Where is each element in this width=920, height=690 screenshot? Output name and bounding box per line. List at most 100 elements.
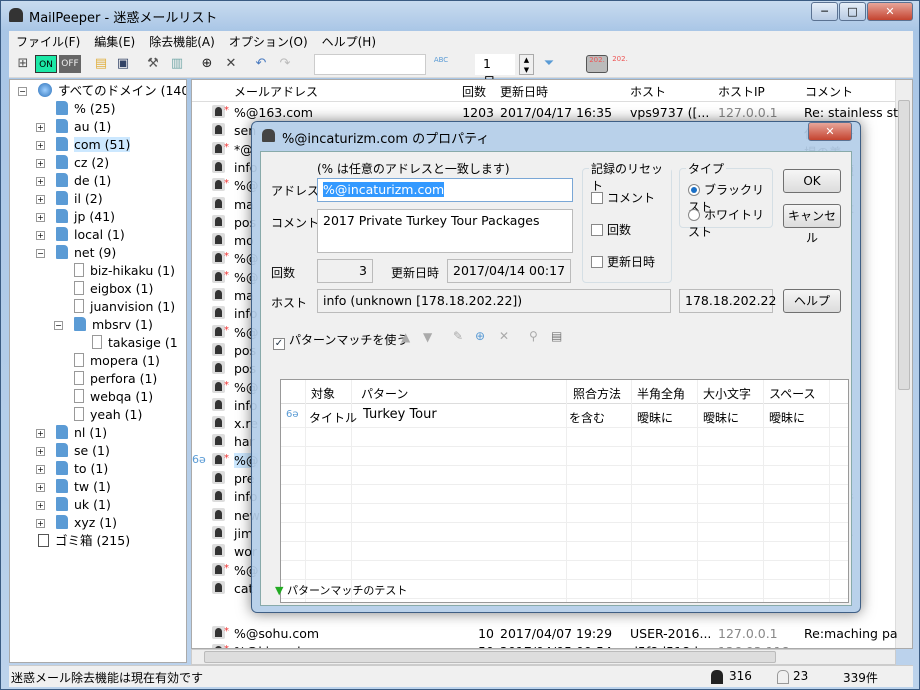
abc-filter-icon[interactable]: ABC (431, 55, 451, 73)
delete-icon[interactable]: ✕ (221, 55, 241, 73)
reset-date-checkbox[interactable]: 更新日時 (591, 253, 655, 270)
menu-help[interactable]: ヘルプ(H) (315, 31, 383, 51)
days-spinner[interactable]: 1 日 (475, 54, 515, 89)
expand-toggle[interactable]: + (36, 447, 45, 456)
tree-item[interactable]: au (1) (56, 118, 111, 136)
tree-item[interactable]: net (9) (56, 244, 116, 262)
menu-filter[interactable]: 除去機能(A) (142, 31, 222, 51)
off-button[interactable]: OFF (59, 55, 81, 73)
table-row[interactable]: * %@sohu.com 10 2017/04/07 19:29 USER-2016..… (192, 625, 898, 643)
pattern-row[interactable]: 6ə タイトル Turkey Tour を含む 曖昧に 曖昧に 曖昧に (281, 405, 848, 427)
tree-item[interactable]: takasige (1 (92, 334, 178, 352)
expand-toggle[interactable]: + (36, 483, 45, 492)
tree-item[interactable]: eigbox (1) (74, 280, 153, 298)
vertical-scrollbar[interactable] (895, 80, 912, 648)
expand-toggle[interactable]: + (36, 519, 45, 528)
tree-item[interactable]: juanvision (1) (74, 298, 175, 316)
col-comment[interactable]: コメント (805, 83, 853, 100)
import-icon[interactable]: ▤ (91, 55, 111, 73)
tree-item[interactable]: biz-hikaku (1) (74, 262, 175, 280)
move-up-icon[interactable]: ▲ (401, 330, 410, 344)
days-spinner-arrows[interactable]: ▲ ▼ (519, 54, 534, 75)
tree-item[interactable]: tw (1) (56, 478, 111, 496)
comment-textarea[interactable]: 2017 Private Turkey Tour Packages (317, 209, 573, 253)
search-input[interactable] (314, 54, 426, 75)
expand-toggle[interactable]: + (36, 141, 45, 150)
minimize-button[interactable]: ─ (811, 2, 838, 21)
expand-toggle[interactable]: + (36, 213, 45, 222)
tag-icon[interactable]: ⚲ (529, 329, 538, 343)
tree-item[interactable]: perfora (1) (74, 370, 157, 388)
pcol-match[interactable]: 照合方法 (573, 385, 621, 402)
tree-item[interactable]: local (1) (56, 226, 125, 244)
address-input[interactable]: %@incaturizm.com (317, 178, 573, 202)
tree-item[interactable]: % (25) (56, 100, 116, 118)
tree-item[interactable]: com (51) (56, 136, 131, 154)
col-host-ip[interactable]: ホストIP (718, 83, 765, 100)
horizontal-scrollbar[interactable] (191, 649, 896, 665)
help-button[interactable]: ヘルプ (783, 289, 841, 313)
tree-item[interactable]: jp (41) (56, 208, 115, 226)
dialog-close-button[interactable]: ✕ (808, 122, 852, 141)
view-filter-icon[interactable]: 202. (586, 55, 608, 73)
delete-pattern-icon[interactable]: ✕ (499, 329, 509, 343)
expand-toggle[interactable]: − (54, 321, 63, 330)
tree-item[interactable]: to (1) (56, 460, 108, 478)
tree-item[interactable]: webqa (1) (74, 388, 153, 406)
tree-item[interactable]: ゴミ箱 (215) (38, 532, 130, 550)
menu-edit[interactable]: 編集(E) (87, 31, 142, 51)
tree-item[interactable]: yeah (1) (74, 406, 142, 424)
tree-item[interactable]: nl (1) (56, 424, 107, 442)
pcol-space[interactable]: スペース (769, 385, 816, 402)
move-down-icon[interactable]: ▼ (423, 330, 432, 344)
expand-toggle[interactable]: + (36, 231, 45, 240)
expand-toggle[interactable]: + (36, 465, 45, 474)
expand-toggle[interactable]: − (18, 87, 27, 96)
col-host[interactable]: ホスト (630, 83, 666, 100)
expand-toggle[interactable]: + (36, 159, 45, 168)
tree-item[interactable]: se (1) (56, 442, 110, 460)
edit-pattern-icon[interactable]: ✎ (453, 329, 463, 343)
tree-item[interactable]: すべてのドメイン (140) (38, 82, 186, 100)
time-filter-icon[interactable]: ⏷ (539, 55, 559, 73)
col-date[interactable]: 更新日時 (500, 83, 548, 100)
menu-file[interactable]: ファイル(F) (9, 31, 87, 51)
use-pattern-checkbox[interactable]: ✓ パターンマッチを使う (273, 331, 408, 350)
wrench-icon[interactable]: ⚒ (143, 55, 163, 73)
cancel-button[interactable]: キャンセル (783, 204, 841, 245)
expand-toggle[interactable]: + (36, 177, 45, 186)
expand-toggle[interactable]: + (36, 195, 45, 204)
menu-options[interactable]: オプション(O) (222, 31, 315, 51)
tree-item[interactable]: il (2) (56, 190, 103, 208)
expand-toggle[interactable]: + (36, 429, 45, 438)
tree-item[interactable]: mbsrv (1) (74, 316, 153, 334)
tree-view-icon[interactable]: ⊞ (13, 55, 33, 73)
pattern-test-toggle[interactable]: ▼ パターンマッチのテスト (275, 582, 407, 598)
expand-toggle[interactable]: + (36, 501, 45, 510)
tree-item[interactable]: xyz (1) (56, 514, 117, 532)
tree-item[interactable]: uk (1) (56, 496, 111, 514)
close-button[interactable]: ✕ (867, 2, 913, 21)
maximize-button[interactable]: □ (839, 2, 866, 21)
add-pattern-icon[interactable]: ⊕ (475, 329, 485, 343)
redo-icon[interactable]: ↷ (275, 55, 295, 73)
memo-icon[interactable]: ▤ (551, 329, 562, 343)
tree-item[interactable]: mopera (1) (74, 352, 160, 370)
add-user-icon[interactable]: ⊕ (197, 55, 217, 73)
tree-item[interactable]: de (1) (56, 172, 111, 190)
expand-toggle[interactable]: − (36, 249, 45, 258)
notepad-icon[interactable]: ▥ (167, 55, 187, 73)
reset-count-checkbox[interactable]: 回数 (591, 221, 631, 238)
tree-item[interactable]: cz (2) (56, 154, 109, 172)
col-count[interactable]: 回数 (462, 83, 486, 100)
table-row[interactable]: * %@163.com 1203 2017/04/17 16:35 vps9737 ([… (192, 104, 898, 122)
save-icon[interactable]: ▣ (113, 55, 133, 73)
whitelist-radio[interactable]: ホワイトリスト (688, 206, 772, 240)
on-button[interactable]: ON (35, 55, 57, 73)
pcol-case[interactable]: 大小文字 (703, 385, 751, 402)
red-filter-icon[interactable]: 202. (610, 55, 630, 73)
expand-toggle[interactable]: + (36, 123, 45, 132)
ok-button[interactable]: OK (783, 169, 841, 193)
pcol-pattern[interactable]: パターン (361, 385, 408, 402)
pcol-width[interactable]: 半角全角 (637, 385, 685, 402)
